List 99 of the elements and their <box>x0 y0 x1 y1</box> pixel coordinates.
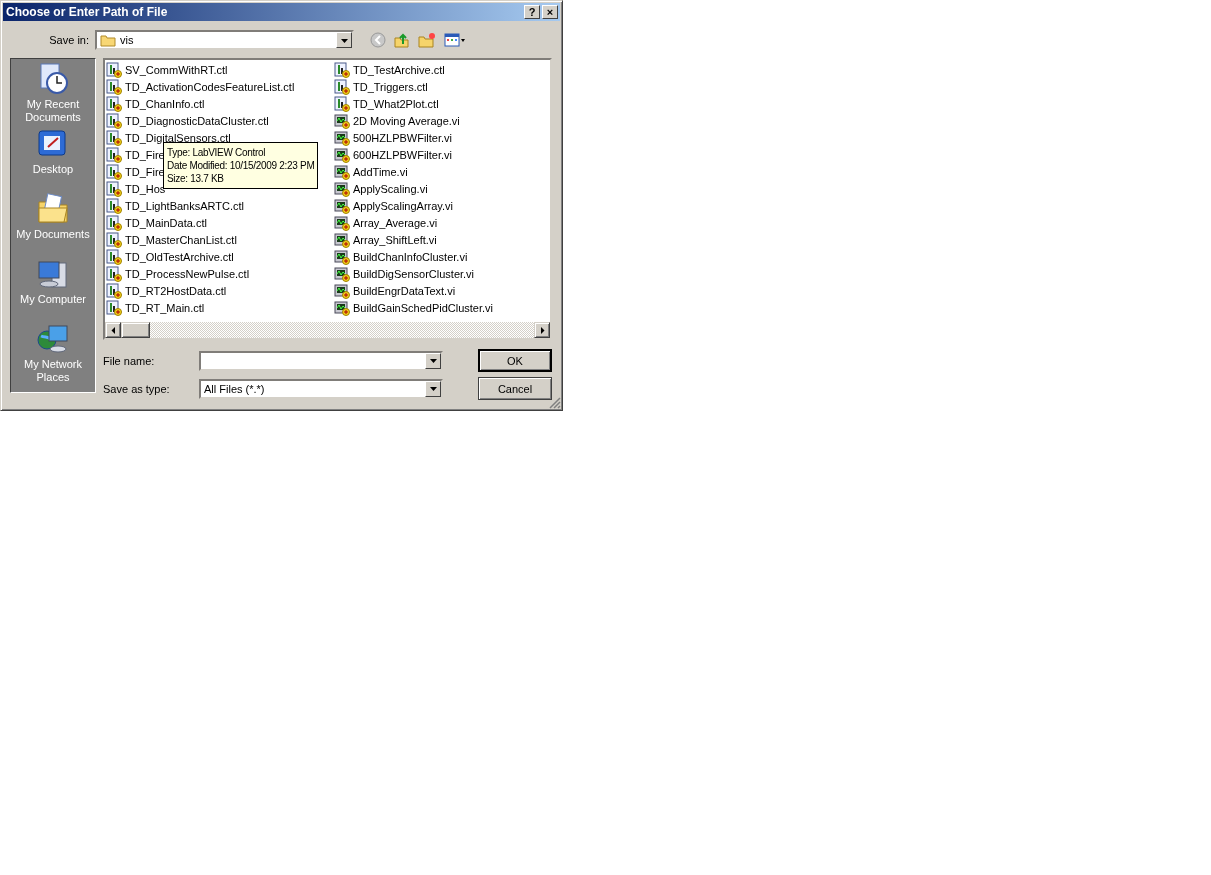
close-button[interactable]: × <box>542 5 558 19</box>
caret-icon <box>340 36 348 44</box>
vi-file-icon <box>334 129 350 146</box>
tooltip-text: Type: LabVIEW Control <box>167 146 267 159</box>
file-name[interactable]: ApplyScalingArray.vi <box>353 199 454 212</box>
file-name[interactable]: Array_ShiftLeft.vi <box>353 233 437 246</box>
file-name[interactable]: TD_TestArchive.ctl <box>353 63 445 76</box>
vi-file-icon <box>334 265 350 282</box>
control-file-icon <box>334 95 350 112</box>
save-in-dropdown[interactable]: vis <box>95 30 354 50</box>
control-file-icon <box>106 282 122 299</box>
place-link[interactable]: Desktop <box>15 163 91 176</box>
file-name[interactable]: 500HZLPBWFilter.vi <box>353 131 453 144</box>
control-file-icon <box>106 61 122 78</box>
file-name-label: File name: <box>103 354 156 367</box>
scroll-left-button[interactable] <box>105 322 121 338</box>
file-name[interactable]: TD_DigitalSensors.ctl <box>125 131 231 144</box>
up-folder-icon[interactable] <box>394 32 410 48</box>
vi-file-icon <box>334 112 350 129</box>
scroll-right-button[interactable] <box>534 322 550 338</box>
place-link[interactable]: My Documents <box>15 228 91 241</box>
file-type: All Files (*.*) <box>204 382 266 395</box>
control-file-icon <box>106 163 122 180</box>
control-file-icon <box>106 78 122 95</box>
ok-button[interactable]: OK <box>478 349 552 372</box>
file-name[interactable]: TD_Hos <box>125 182 166 195</box>
resize-grip-icon[interactable] <box>549 397 561 409</box>
file-name[interactable]: Array_Average.vi <box>353 216 438 229</box>
left-arrow-icon <box>109 326 117 334</box>
folder-icon <box>100 33 116 47</box>
file-name[interactable]: SV_CommWithRT.ctl <box>125 63 228 76</box>
control-file-icon <box>106 146 122 163</box>
window-title: Choose or Enter Path of File <box>6 5 169 19</box>
file-name[interactable]: AddTime.vi <box>353 165 408 178</box>
control-file-icon <box>106 231 122 248</box>
vi-file-icon <box>334 163 350 180</box>
place-link[interactable]: My Computer <box>15 293 91 306</box>
file-name[interactable]: BuildChanInfoCluster.vi <box>353 250 468 263</box>
save-as-type-label: Save as type: <box>103 382 171 395</box>
dropdown-button[interactable] <box>425 380 441 397</box>
file-name[interactable]: TD_OldTestArchive.ctl <box>125 250 234 263</box>
place-link[interactable]: My Network Places <box>15 358 91 384</box>
control-file-icon <box>106 214 122 231</box>
cancel-button[interactable]: Cancel <box>478 377 552 400</box>
control-file-icon <box>334 78 350 95</box>
file-name[interactable]: TD_What2Plot.ctl <box>353 97 439 110</box>
vi-file-icon <box>334 248 350 265</box>
tooltip-text: Size: 13.7 KB <box>167 172 225 185</box>
horizontal-scrollbar[interactable] <box>105 322 550 338</box>
dropdown-button[interactable] <box>336 32 352 48</box>
vi-file-icon <box>334 197 350 214</box>
file-name[interactable]: TD_LightBanksARTC.ctl <box>125 199 244 212</box>
file-name[interactable]: TD_ChanInfo.ctl <box>125 97 205 110</box>
folder-name: vis <box>120 34 135 46</box>
network-computer-icon <box>36 322 70 356</box>
control-file-icon <box>106 248 122 265</box>
help-button[interactable]: ? <box>524 5 540 19</box>
file-name[interactable]: 600HZLPBWFilter.vi <box>353 148 453 161</box>
file-name[interactable]: TD_RT2HostData.ctl <box>125 284 227 297</box>
file-name[interactable]: TD_ActivationCodesFeatureList.ctl <box>125 80 295 93</box>
caret-icon <box>429 385 437 392</box>
file-name[interactable]: 2D Moving Average.vi <box>353 114 460 127</box>
file-name[interactable]: BuildDigSensorCluster.vi <box>353 267 475 280</box>
file-name[interactable]: TD_Fire <box>125 148 165 161</box>
file-name[interactable]: TD_ProcessNewPulse.ctl <box>125 267 250 280</box>
file-name[interactable]: BuildEngrDataText.vi <box>353 284 456 297</box>
vi-file-icon <box>334 214 350 231</box>
control-file-icon <box>106 197 122 214</box>
control-file-icon <box>106 299 122 316</box>
control-file-icon <box>106 129 122 146</box>
caret-icon <box>429 357 437 364</box>
file-name[interactable]: TD_DiagnosticDataCluster.ctl <box>125 114 269 127</box>
control-file-icon <box>106 112 122 129</box>
file-name[interactable]: BuildGainSchedPidCluster.vi <box>353 301 494 314</box>
scroll-thumb[interactable] <box>121 322 150 338</box>
control-file-icon <box>334 61 350 78</box>
file-name-field[interactable] <box>199 350 443 371</box>
dropdown-button[interactable] <box>425 352 441 369</box>
control-file-icon <box>106 95 122 112</box>
right-arrow-icon <box>538 326 546 334</box>
save-in-label: Save in: <box>48 34 90 46</box>
vi-file-icon <box>334 180 350 197</box>
vi-file-icon <box>334 282 350 299</box>
save-as-type-dropdown[interactable]: All Files (*.*) <box>199 378 443 399</box>
file-name[interactable]: TD_MainData.ctl <box>125 216 207 229</box>
place-link[interactable]: My Recent Documents <box>15 98 91 124</box>
vi-file-icon <box>334 231 350 248</box>
file-name[interactable]: TD_Triggers.ctl <box>353 80 428 93</box>
file-name[interactable]: ApplyScaling.vi <box>353 182 428 195</box>
vi-file-icon <box>334 146 350 163</box>
file-name[interactable]: TD_MasterChanList.ctl <box>125 233 237 246</box>
file-name[interactable]: TD_Fire <box>125 165 165 178</box>
view-menu-icon[interactable] <box>444 32 466 48</box>
vi-file-icon <box>334 299 350 316</box>
folder-document-icon <box>36 192 70 226</box>
control-file-icon <box>106 265 122 282</box>
tooltip-text: Date Modified: 10/15/2009 2:23 PM <box>167 159 315 172</box>
file-name[interactable]: TD_RT_Main.ctl <box>125 301 205 314</box>
control-file-icon <box>106 180 122 197</box>
